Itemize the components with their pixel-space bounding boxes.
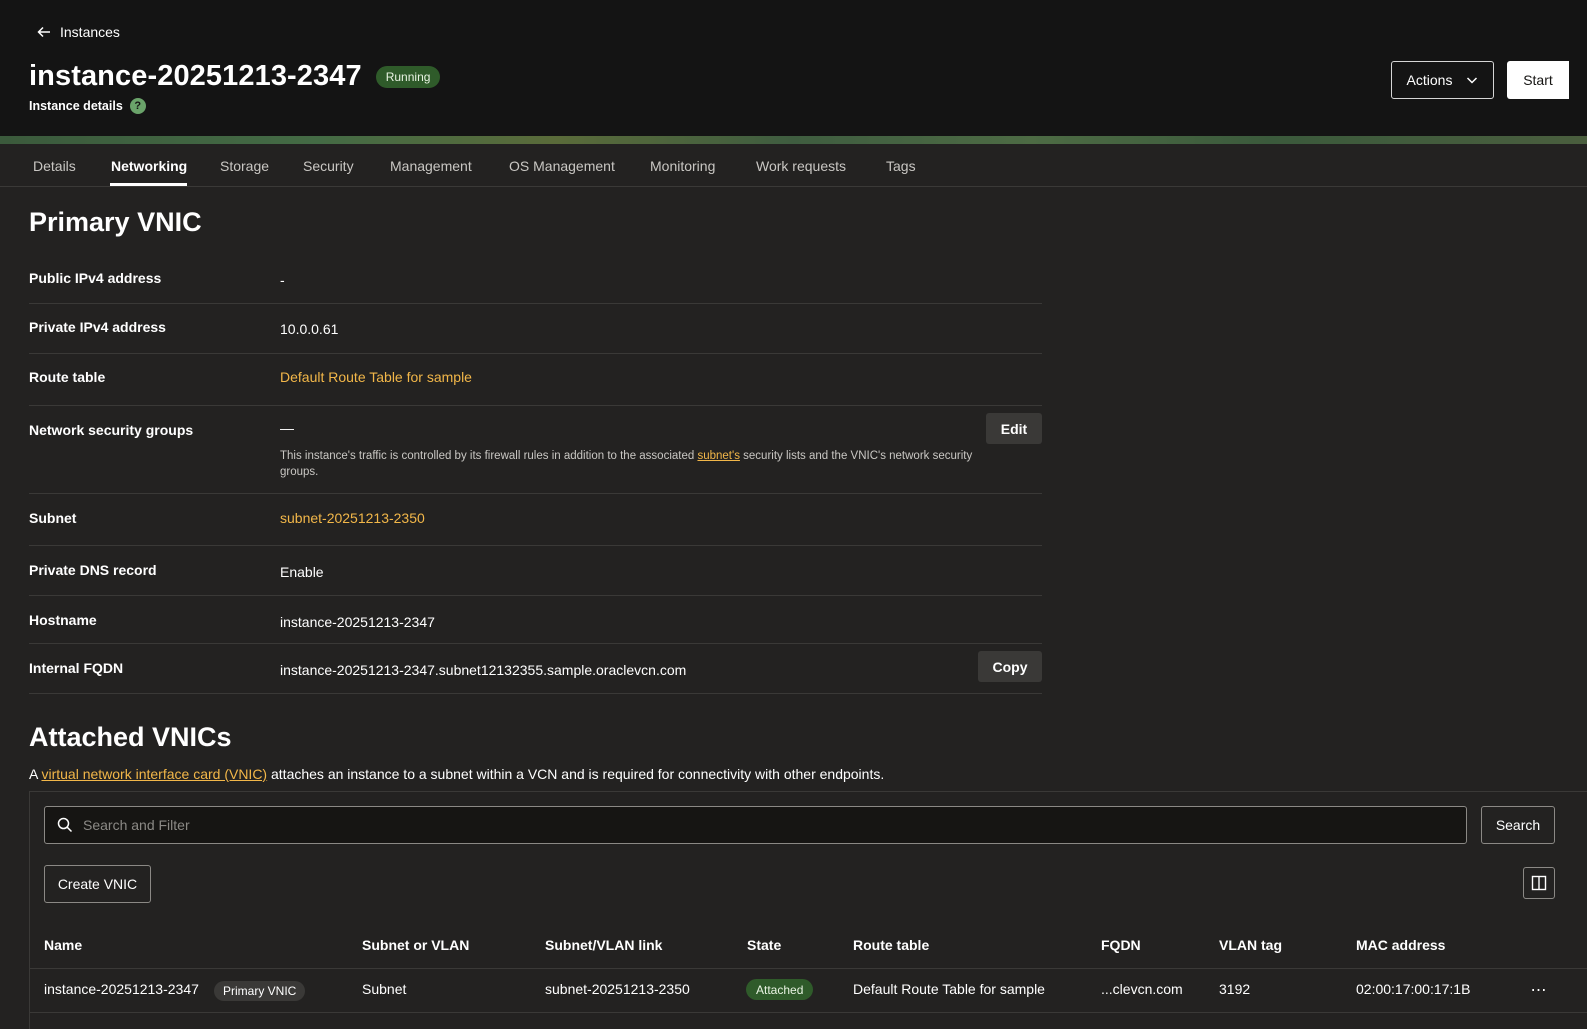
tab-security[interactable]: Security xyxy=(303,158,354,174)
subtitle-row: Instance details ? xyxy=(29,98,146,114)
attached-vnics-title: Attached VNICs xyxy=(29,722,232,752)
private-ipv4-label: Private IPv4 address xyxy=(29,319,166,335)
nsg-note-text: This instance's traffic is controlled by… xyxy=(280,450,698,462)
nsg-row: Network security groups — This instance'… xyxy=(29,406,1042,494)
status-badge: Running xyxy=(375,65,441,88)
private-dns-row: Private DNS record Enable xyxy=(29,546,1042,596)
column-header-state[interactable]: State xyxy=(747,937,781,953)
table-row-divider xyxy=(30,1012,1587,1013)
column-header-subnet-vlan-link[interactable]: Subnet/VLAN link xyxy=(545,937,662,953)
nsg-value: — xyxy=(280,420,294,436)
desc-text: A xyxy=(29,766,42,782)
page-title: instance-20251213-2347 xyxy=(29,60,362,92)
route-table-row: Route table Default Route Table for samp… xyxy=(29,354,1042,406)
fqdn-row: Internal FQDN instance-20251213-2347.sub… xyxy=(29,644,1042,694)
route-table-link[interactable]: Default Route Table for sample xyxy=(280,369,472,385)
nsg-note: This instance's traffic is controlled by… xyxy=(280,448,980,480)
copy-fqdn-button[interactable]: Copy xyxy=(978,651,1042,682)
create-vnic-button[interactable]: Create VNIC xyxy=(44,865,151,903)
private-ipv4-value: 10.0.0.61 xyxy=(280,321,339,337)
column-header-vlan-tag[interactable]: VLAN tag xyxy=(1219,937,1282,953)
help-icon[interactable]: ? xyxy=(129,98,146,114)
vnic-mac-address: 02:00:17:00:17:1B xyxy=(1356,981,1471,997)
table-header-divider xyxy=(30,968,1587,969)
actions-button[interactable]: Actions xyxy=(1391,61,1494,99)
hostname-value: instance-20251213-2347 xyxy=(280,614,435,630)
subnet-row: Subnet subnet-20251213-2350 xyxy=(29,494,1042,546)
start-button[interactable]: Start xyxy=(1507,61,1569,99)
back-to-instances-link[interactable]: Instances xyxy=(36,21,120,43)
desc-text-end: attaches an instance to a subnet within … xyxy=(267,766,885,782)
column-header-subnet-or-vlan[interactable]: Subnet or VLAN xyxy=(362,937,469,953)
edit-nsg-button[interactable]: Edit xyxy=(986,413,1042,444)
private-dns-value: Enable xyxy=(280,564,324,580)
tab-monitoring[interactable]: Monitoring xyxy=(650,158,715,174)
manage-columns-button[interactable] xyxy=(1523,867,1555,899)
tab-os-management[interactable]: OS Management xyxy=(509,158,615,174)
column-header-fqdn[interactable]: FQDN xyxy=(1101,937,1141,953)
column-header-route-table[interactable]: Route table xyxy=(853,937,929,953)
nsg-label: Network security groups xyxy=(29,422,194,438)
primary-vnic-title: Primary VNIC xyxy=(29,207,202,237)
subnet-link[interactable]: subnet's xyxy=(697,450,739,462)
active-tab-indicator xyxy=(110,183,187,186)
search-icon xyxy=(57,817,73,833)
tab-details[interactable]: Details xyxy=(33,158,76,174)
tab-storage[interactable]: Storage xyxy=(220,158,269,174)
tab-bar: Details Networking Storage Security Mana… xyxy=(0,144,1587,187)
subnet-label: Subnet xyxy=(29,510,77,526)
hostname-row: Hostname instance-20251213-2347 xyxy=(29,596,1042,644)
columns-icon xyxy=(1531,875,1547,891)
page-header: Instances instance-20251213-2347 Running… xyxy=(0,0,1587,136)
arrow-left-icon xyxy=(37,26,50,38)
decorative-banner xyxy=(0,136,1587,144)
title-row: instance-20251213-2347 Running xyxy=(29,60,441,93)
hostname-label: Hostname xyxy=(29,612,97,628)
public-ipv4-value: - xyxy=(280,272,285,288)
route-table-label: Route table xyxy=(29,369,106,385)
search-field[interactable] xyxy=(44,806,1467,844)
back-link-label: Instances xyxy=(60,24,120,40)
private-ipv4-row: Private IPv4 address 10.0.0.61 xyxy=(29,304,1042,354)
attached-vnics-description: A virtual network interface card (VNIC) … xyxy=(29,766,884,782)
vnic-route-table-link[interactable]: Default Route Table for sample xyxy=(853,981,1045,997)
search-input[interactable] xyxy=(83,807,1453,843)
chevron-down-icon xyxy=(1467,77,1478,84)
tab-work-requests[interactable]: Work requests xyxy=(756,158,846,174)
vnic-subnet-link[interactable]: subnet-20251213-2350 xyxy=(545,981,690,997)
tab-networking[interactable]: Networking xyxy=(111,158,187,174)
primary-vnic-badge: Primary VNIC xyxy=(214,981,306,1001)
tab-tags[interactable]: Tags xyxy=(886,158,916,174)
actions-label: Actions xyxy=(1406,72,1453,88)
vnic-name-link[interactable]: instance-20251213-2347 xyxy=(44,981,199,997)
search-button[interactable]: Search xyxy=(1481,806,1555,844)
tab-management[interactable]: Management xyxy=(390,158,472,174)
page-subtitle: Instance details xyxy=(29,99,123,113)
vnic-vlan-tag: 3192 xyxy=(1219,981,1251,997)
public-ipv4-row: Public IPv4 address - xyxy=(29,255,1042,304)
vnic-state-badge: Attached xyxy=(746,979,814,1000)
vnic-docs-link[interactable]: virtual network interface card (VNIC) xyxy=(41,766,267,782)
row-actions-menu-icon[interactable]: ⋯ xyxy=(1528,980,1550,1000)
subnet-value-link[interactable]: subnet-20251213-2350 xyxy=(280,510,425,526)
private-dns-label: Private DNS record xyxy=(29,562,157,578)
column-header-mac-address[interactable]: MAC address xyxy=(1356,937,1445,953)
vnic-fqdn: ...clevcn.com xyxy=(1101,981,1183,997)
vnic-subnet-or-vlan: Subnet xyxy=(362,981,407,997)
public-ipv4-label: Public IPv4 address xyxy=(29,270,162,286)
column-header-name[interactable]: Name xyxy=(44,937,82,953)
fqdn-value: instance-20251213-2347.subnet12132355.sa… xyxy=(280,662,687,678)
fqdn-label: Internal FQDN xyxy=(29,660,124,676)
